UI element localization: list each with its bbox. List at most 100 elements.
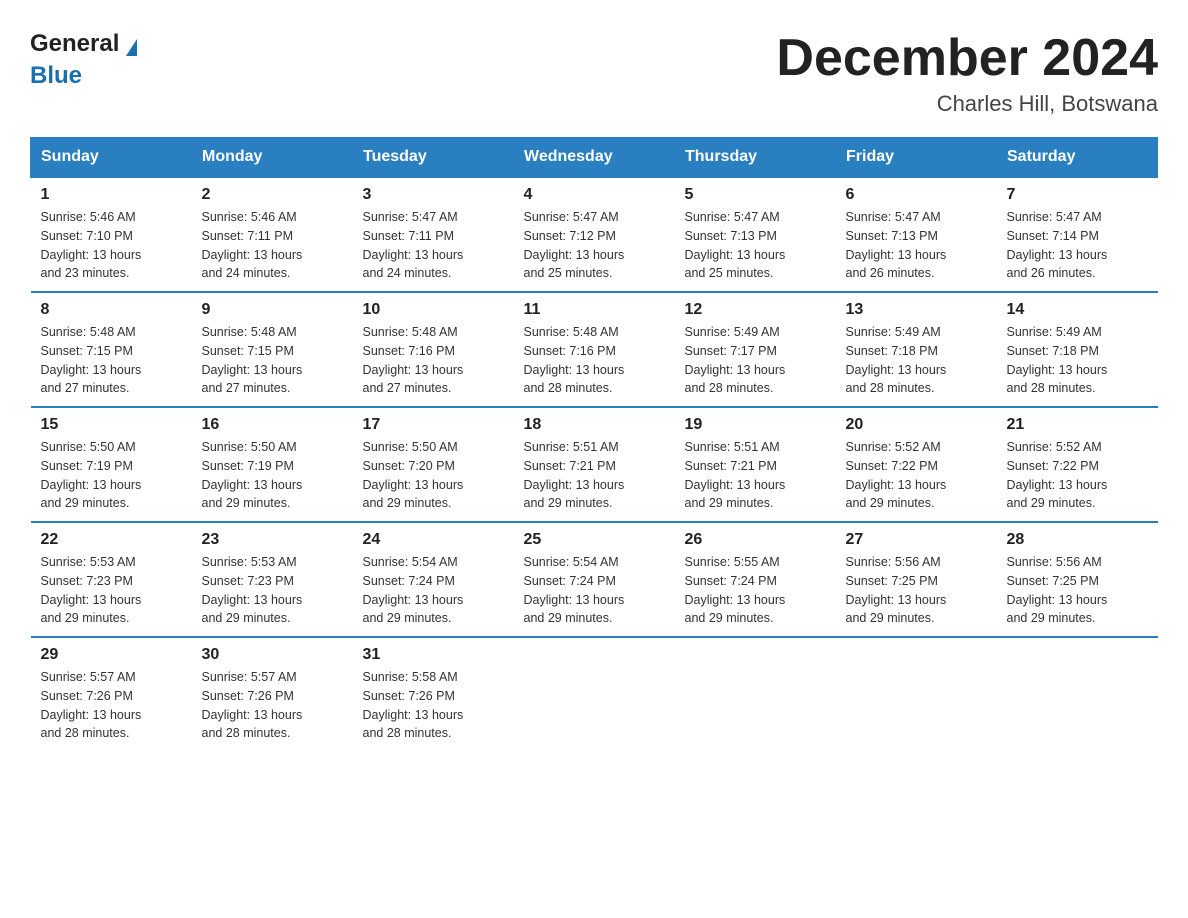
day-info: Sunrise: 5:48 AMSunset: 7:16 PMDaylight:… [363,325,464,395]
day-number: 26 [685,531,826,549]
calendar-cell: 6 Sunrise: 5:47 AMSunset: 7:13 PMDayligh… [836,177,997,292]
day-info: Sunrise: 5:50 AMSunset: 7:19 PMDaylight:… [41,440,142,510]
day-info: Sunrise: 5:46 AMSunset: 7:11 PMDaylight:… [202,210,303,280]
calendar-cell: 28 Sunrise: 5:56 AMSunset: 7:25 PMDaylig… [997,522,1158,637]
day-number: 22 [41,531,182,549]
calendar-cell: 23 Sunrise: 5:53 AMSunset: 7:23 PMDaylig… [192,522,353,637]
day-info: Sunrise: 5:47 AMSunset: 7:14 PMDaylight:… [1007,210,1108,280]
day-info: Sunrise: 5:46 AMSunset: 7:10 PMDaylight:… [41,210,142,280]
calendar-cell [997,637,1158,751]
day-info: Sunrise: 5:49 AMSunset: 7:17 PMDaylight:… [685,325,786,395]
calendar-cell: 12 Sunrise: 5:49 AMSunset: 7:17 PMDaylig… [675,292,836,407]
page-header: General Blue December 2024 Charles Hill,… [30,30,1158,117]
day-info: Sunrise: 5:56 AMSunset: 7:25 PMDaylight:… [846,555,947,625]
header-friday: Friday [836,138,997,178]
calendar-cell: 22 Sunrise: 5:53 AMSunset: 7:23 PMDaylig… [31,522,192,637]
header-monday: Monday [192,138,353,178]
day-number: 14 [1007,301,1148,319]
day-number: 16 [202,416,343,434]
day-info: Sunrise: 5:47 AMSunset: 7:11 PMDaylight:… [363,210,464,280]
calendar-cell: 10 Sunrise: 5:48 AMSunset: 7:16 PMDaylig… [353,292,514,407]
calendar-cell: 2 Sunrise: 5:46 AMSunset: 7:11 PMDayligh… [192,177,353,292]
day-info: Sunrise: 5:51 AMSunset: 7:21 PMDaylight:… [685,440,786,510]
day-number: 10 [363,301,504,319]
day-number: 12 [685,301,826,319]
day-number: 1 [41,186,182,204]
day-number: 4 [524,186,665,204]
calendar-week-1: 1 Sunrise: 5:46 AMSunset: 7:10 PMDayligh… [31,177,1158,292]
day-info: Sunrise: 5:53 AMSunset: 7:23 PMDaylight:… [41,555,142,625]
day-number: 19 [685,416,826,434]
day-number: 9 [202,301,343,319]
calendar-cell: 16 Sunrise: 5:50 AMSunset: 7:19 PMDaylig… [192,407,353,522]
day-number: 18 [524,416,665,434]
calendar-week-5: 29 Sunrise: 5:57 AMSunset: 7:26 PMDaylig… [31,637,1158,751]
day-number: 24 [363,531,504,549]
day-info: Sunrise: 5:49 AMSunset: 7:18 PMDaylight:… [1007,325,1108,395]
calendar-cell [514,637,675,751]
day-info: Sunrise: 5:47 AMSunset: 7:13 PMDaylight:… [685,210,786,280]
day-number: 13 [846,301,987,319]
calendar-cell: 20 Sunrise: 5:52 AMSunset: 7:22 PMDaylig… [836,407,997,522]
day-info: Sunrise: 5:57 AMSunset: 7:26 PMDaylight:… [202,670,303,740]
calendar-cell: 1 Sunrise: 5:46 AMSunset: 7:10 PMDayligh… [31,177,192,292]
day-info: Sunrise: 5:49 AMSunset: 7:18 PMDaylight:… [846,325,947,395]
day-info: Sunrise: 5:54 AMSunset: 7:24 PMDaylight:… [363,555,464,625]
calendar-week-3: 15 Sunrise: 5:50 AMSunset: 7:19 PMDaylig… [31,407,1158,522]
calendar-cell: 31 Sunrise: 5:58 AMSunset: 7:26 PMDaylig… [353,637,514,751]
calendar-cell: 29 Sunrise: 5:57 AMSunset: 7:26 PMDaylig… [31,637,192,751]
calendar-table: Sunday Monday Tuesday Wednesday Thursday… [30,137,1158,751]
day-number: 6 [846,186,987,204]
calendar-cell: 7 Sunrise: 5:47 AMSunset: 7:14 PMDayligh… [997,177,1158,292]
header-saturday: Saturday [997,138,1158,178]
day-info: Sunrise: 5:47 AMSunset: 7:13 PMDaylight:… [846,210,947,280]
day-info: Sunrise: 5:50 AMSunset: 7:20 PMDaylight:… [363,440,464,510]
calendar-cell: 5 Sunrise: 5:47 AMSunset: 7:13 PMDayligh… [675,177,836,292]
calendar-cell: 21 Sunrise: 5:52 AMSunset: 7:22 PMDaylig… [997,407,1158,522]
day-info: Sunrise: 5:52 AMSunset: 7:22 PMDaylight:… [1007,440,1108,510]
calendar-cell: 13 Sunrise: 5:49 AMSunset: 7:18 PMDaylig… [836,292,997,407]
calendar-title: December 2024 [776,30,1158,87]
day-number: 8 [41,301,182,319]
calendar-cell: 8 Sunrise: 5:48 AMSunset: 7:15 PMDayligh… [31,292,192,407]
calendar-cell: 15 Sunrise: 5:50 AMSunset: 7:19 PMDaylig… [31,407,192,522]
day-info: Sunrise: 5:53 AMSunset: 7:23 PMDaylight:… [202,555,303,625]
day-info: Sunrise: 5:50 AMSunset: 7:19 PMDaylight:… [202,440,303,510]
day-number: 7 [1007,186,1148,204]
calendar-cell: 19 Sunrise: 5:51 AMSunset: 7:21 PMDaylig… [675,407,836,522]
logo-icon [126,39,137,56]
day-info: Sunrise: 5:56 AMSunset: 7:25 PMDaylight:… [1007,555,1108,625]
calendar-subtitle: Charles Hill, Botswana [776,91,1158,117]
day-number: 20 [846,416,987,434]
calendar-cell: 30 Sunrise: 5:57 AMSunset: 7:26 PMDaylig… [192,637,353,751]
day-info: Sunrise: 5:47 AMSunset: 7:12 PMDaylight:… [524,210,625,280]
header-right: December 2024 Charles Hill, Botswana [776,30,1158,117]
day-info: Sunrise: 5:57 AMSunset: 7:26 PMDaylight:… [41,670,142,740]
day-number: 27 [846,531,987,549]
calendar-week-2: 8 Sunrise: 5:48 AMSunset: 7:15 PMDayligh… [31,292,1158,407]
header-tuesday: Tuesday [353,138,514,178]
calendar-cell: 24 Sunrise: 5:54 AMSunset: 7:24 PMDaylig… [353,522,514,637]
calendar-cell: 18 Sunrise: 5:51 AMSunset: 7:21 PMDaylig… [514,407,675,522]
day-info: Sunrise: 5:48 AMSunset: 7:15 PMDaylight:… [41,325,142,395]
day-number: 31 [363,646,504,664]
calendar-cell: 4 Sunrise: 5:47 AMSunset: 7:12 PMDayligh… [514,177,675,292]
calendar-cell: 17 Sunrise: 5:50 AMSunset: 7:20 PMDaylig… [353,407,514,522]
logo: General Blue [30,30,197,90]
logo-general: General [30,30,119,58]
calendar-cell: 11 Sunrise: 5:48 AMSunset: 7:16 PMDaylig… [514,292,675,407]
day-info: Sunrise: 5:54 AMSunset: 7:24 PMDaylight:… [524,555,625,625]
header-sunday: Sunday [31,138,192,178]
calendar-cell [675,637,836,751]
calendar-week-4: 22 Sunrise: 5:53 AMSunset: 7:23 PMDaylig… [31,522,1158,637]
day-number: 11 [524,301,665,319]
calendar-cell: 26 Sunrise: 5:55 AMSunset: 7:24 PMDaylig… [675,522,836,637]
calendar-cell: 3 Sunrise: 5:47 AMSunset: 7:11 PMDayligh… [353,177,514,292]
day-info: Sunrise: 5:52 AMSunset: 7:22 PMDaylight:… [846,440,947,510]
calendar-cell [836,637,997,751]
day-info: Sunrise: 5:58 AMSunset: 7:26 PMDaylight:… [363,670,464,740]
day-number: 15 [41,416,182,434]
calendar-cell: 9 Sunrise: 5:48 AMSunset: 7:15 PMDayligh… [192,292,353,407]
calendar-cell: 25 Sunrise: 5:54 AMSunset: 7:24 PMDaylig… [514,522,675,637]
day-info: Sunrise: 5:51 AMSunset: 7:21 PMDaylight:… [524,440,625,510]
